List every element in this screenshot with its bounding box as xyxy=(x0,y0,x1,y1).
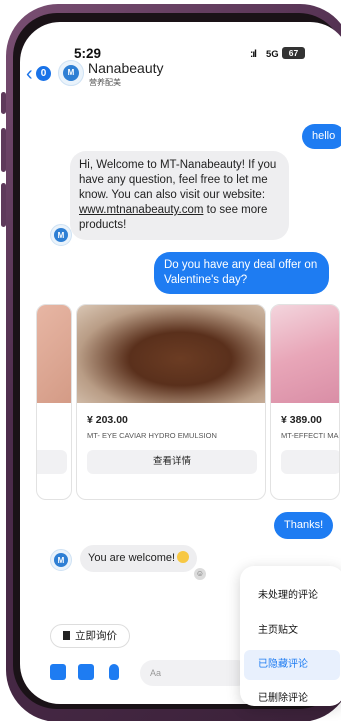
menu-item-hidden-comments[interactable]: 已隐藏评论 xyxy=(244,650,340,680)
product-card[interactable]: ¥ 203.00 MT- EYE CAVIAR HYDRO EMULSION 查… xyxy=(76,304,266,500)
side-button xyxy=(1,128,6,172)
sender-avatar: M xyxy=(50,224,72,246)
product-name: MT-EFFECTI MAKEUP RE xyxy=(281,431,339,440)
view-details-button[interactable] xyxy=(281,450,339,474)
avatar-logo: M xyxy=(62,64,80,82)
unread-badge: 0 xyxy=(36,66,51,81)
outgoing-message: Thanks! xyxy=(274,512,334,539)
message-text: Hi, Welcome to MT-Nanabeauty! If you hav… xyxy=(79,159,277,201)
side-button xyxy=(1,183,6,227)
product-card[interactable]: ¥ 389.00 MT-EFFECTI MAKEUP RE xyxy=(270,304,340,500)
message-input[interactable]: Aa xyxy=(140,660,250,686)
status-time: 5:29 xyxy=(74,46,102,61)
view-details-button[interactable]: 查看详情 xyxy=(87,450,257,474)
battery-icon: 67 xyxy=(282,47,305,59)
mic-icon[interactable] xyxy=(109,664,119,680)
incoming-message: Hi, Welcome to MT-Nanabeauty! If you hav… xyxy=(70,151,289,240)
conversation-name[interactable]: Nanabeauty xyxy=(88,60,164,76)
camera-icon[interactable] xyxy=(50,664,66,680)
product-name: MT- EYE CAVIAR HYDRO EMULSION xyxy=(87,431,217,440)
product-image xyxy=(77,305,265,403)
quick-reply-label: 立即询价 xyxy=(75,630,117,642)
website-link[interactable]: www.mtnanabeauty.com xyxy=(79,204,203,216)
incoming-message: You are welcome! xyxy=(80,545,198,572)
side-button xyxy=(1,92,6,114)
network-label: 5G xyxy=(266,49,279,60)
document-icon xyxy=(63,631,70,640)
smile-emoji-icon xyxy=(177,551,190,563)
message-text: You are welcome! xyxy=(88,552,176,564)
back-button[interactable]: ‹ xyxy=(26,64,33,84)
view-details-button[interactable] xyxy=(37,450,67,474)
conversation-subtitle: 营养配美 xyxy=(89,78,121,87)
sender-avatar: M xyxy=(50,549,72,571)
menu-item-page-posts[interactable]: 主页贴文 xyxy=(244,616,340,646)
product-card[interactable] xyxy=(36,304,72,500)
product-image xyxy=(37,305,71,403)
avatar-logo: M xyxy=(54,553,68,567)
context-menu: 未处理的评论 主页贴文 已隐藏评论 已删除评论 xyxy=(240,566,341,706)
outgoing-message: hello xyxy=(302,124,341,149)
avatar-logo: M xyxy=(54,228,68,242)
product-price: ¥ 389.00 xyxy=(281,414,322,426)
quick-reply-button[interactable]: 立即询价 xyxy=(50,624,130,648)
header-avatar[interactable]: M xyxy=(58,60,84,86)
menu-item-unprocessed-comments[interactable]: 未处理的评论 xyxy=(244,581,340,611)
reaction-icon[interactable]: ☺ xyxy=(194,568,206,580)
menu-item-deleted-comments[interactable]: 已删除评论 xyxy=(244,684,340,714)
signal-icon: :ıl xyxy=(250,49,257,60)
outgoing-message: Do you have any deal offer on Valentine'… xyxy=(154,252,329,294)
photo-icon[interactable] xyxy=(78,664,94,680)
product-image xyxy=(271,305,339,403)
product-price: ¥ 203.00 xyxy=(87,414,128,426)
